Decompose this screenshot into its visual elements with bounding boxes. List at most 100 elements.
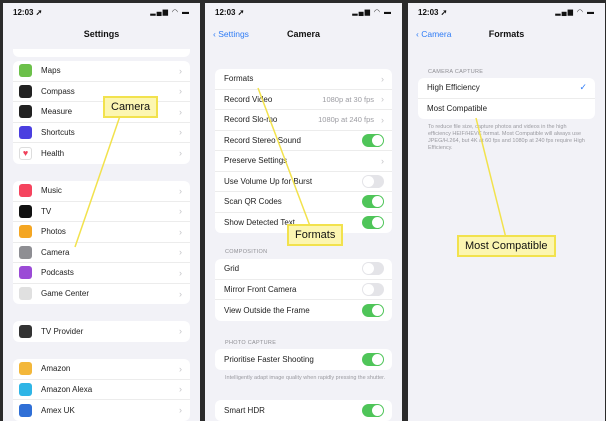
settings-item-compass[interactable]: Compass › bbox=[13, 82, 190, 102]
camera-callout: Camera bbox=[103, 96, 159, 118]
camera-group-main: Formats › Record Video 1080p at 30 fps › Reco… bbox=[215, 69, 392, 233]
camera-setting-scan-qr-codes[interactable]: Scan QR Codes bbox=[215, 192, 392, 213]
settings-item-label: Music bbox=[41, 186, 62, 196]
toggle-switch[interactable] bbox=[362, 352, 384, 366]
camera-setting-record-video[interactable]: Record Video 1080p at 30 fps › bbox=[215, 90, 392, 110]
composition-header: Composition bbox=[225, 249, 268, 255]
camera-setting-grid[interactable]: Grid bbox=[215, 259, 392, 280]
camera-setting-view-outside-the-frame[interactable]: View Outside the Frame bbox=[215, 300, 392, 321]
settings-item-label: Game Center bbox=[41, 289, 90, 299]
compass-icon bbox=[19, 84, 32, 98]
camera-setting-prioritise-faster-shooting[interactable]: Prioritise Faster Shooting bbox=[215, 349, 392, 370]
settings-item-maps[interactable]: Maps › bbox=[13, 61, 190, 82]
chevron-right-icon: › bbox=[179, 226, 182, 237]
settings-item-music[interactable]: Music › bbox=[13, 181, 190, 202]
settings-item-camera[interactable]: Camera › bbox=[13, 243, 190, 263]
chevron-right-icon: › bbox=[381, 73, 384, 84]
maps-icon bbox=[19, 64, 32, 78]
camera-setting-preserve-settings[interactable]: Preserve Settings › bbox=[215, 151, 392, 172]
chevron-right-icon: › bbox=[179, 247, 182, 258]
camera-setting-label: Formats bbox=[224, 74, 254, 84]
status-icons: ▂▄▆ ◠ ▬ bbox=[555, 9, 595, 16]
camera-setting-label: Record Video bbox=[224, 94, 273, 104]
settings-item-label: Podcasts bbox=[41, 268, 74, 278]
tv-provider-icon bbox=[19, 324, 32, 338]
camera-setting-value: 1080p at 240 fps bbox=[318, 115, 374, 125]
photo-capture-note: Intelligently adapt image quality when r… bbox=[225, 375, 386, 381]
settings-item-amazon[interactable]: Amazon › bbox=[13, 359, 190, 380]
camera-setting-mirror-front-camera[interactable]: Mirror Front Camera bbox=[215, 280, 392, 300]
settings-item-tv[interactable]: TV › bbox=[13, 202, 190, 222]
settings-group-provider: TV Provider › bbox=[13, 321, 190, 342]
settings-item-amex-uk[interactable]: Amex UK › bbox=[13, 400, 190, 421]
tv-icon bbox=[19, 204, 32, 218]
format-option-label: High Efficiency bbox=[427, 83, 480, 93]
chevron-right-icon: › bbox=[179, 127, 182, 138]
camera-setting-label: Use Volume Up for Burst bbox=[224, 176, 313, 186]
chevron-right-icon: › bbox=[179, 267, 182, 278]
amazon-icon bbox=[19, 362, 32, 376]
camera-setting-record-stereo-sound[interactable]: Record Stereo Sound bbox=[215, 131, 392, 151]
settings-item-game-center[interactable]: Game Center › bbox=[13, 284, 190, 305]
toggle-switch[interactable] bbox=[362, 403, 384, 417]
photo-capture-header: Photo Capture bbox=[225, 340, 277, 346]
amazon-alexa-icon bbox=[19, 382, 32, 396]
camera-setting-use-volume-up-for-burst[interactable]: Use Volume Up for Burst bbox=[215, 172, 392, 192]
chevron-right-icon: › bbox=[179, 65, 182, 76]
toggle-switch[interactable] bbox=[362, 262, 384, 276]
toggle-switch[interactable] bbox=[362, 133, 384, 147]
settings-item-label: Measure bbox=[41, 107, 73, 117]
settings-item-amazon-alexa[interactable]: Amazon Alexa › bbox=[13, 380, 190, 400]
settings-item-shortcuts[interactable]: Shortcuts › bbox=[13, 123, 190, 143]
checkmark-icon: ✓ bbox=[579, 82, 587, 93]
status-bar: 12:03 ➚ ▂▄▆ ◠ ▬ bbox=[205, 3, 402, 23]
status-icons: ▂▄▆ ◠ ▬ bbox=[352, 9, 392, 16]
toggle-switch[interactable] bbox=[362, 303, 384, 317]
camera-setting-label: Preserve Settings bbox=[224, 156, 288, 166]
nav-bar: ‹ Settings Camera bbox=[205, 29, 402, 47]
nav-bar: Settings bbox=[3, 29, 200, 47]
settings-group-apps-2: Music › TV › Photos › Camera › Podcasts › Game Cen… bbox=[13, 181, 190, 304]
camera-setting-formats[interactable]: Formats › bbox=[215, 69, 392, 90]
settings-item-label: Camera bbox=[41, 247, 70, 257]
settings-item-measure[interactable]: Measure › bbox=[13, 102, 190, 123]
chevron-right-icon: › bbox=[179, 405, 182, 416]
settings-item-photos[interactable]: Photos › bbox=[13, 222, 190, 243]
status-bar: 12:03 ➚ ▂▄▆ ◠ ▬ bbox=[408, 3, 605, 23]
status-icons: ▂▄▆ ◠ ▬ bbox=[150, 9, 190, 16]
camera-setting-record-slo-mo[interactable]: Record Slo-mo 1080p at 240 fps › bbox=[215, 110, 392, 131]
camera-setting-label: Record Stereo Sound bbox=[224, 135, 301, 145]
camera-group-photo-capture: Prioritise Faster Shooting bbox=[215, 349, 392, 370]
page-title: Settings bbox=[83, 29, 120, 39]
formats-callout: Formats bbox=[287, 224, 344, 246]
amex-uk-icon bbox=[19, 403, 32, 417]
chevron-right-icon: › bbox=[179, 288, 182, 299]
format-option-high-efficiency[interactable]: High Efficiency ✓ bbox=[418, 78, 595, 99]
toggle-switch[interactable] bbox=[362, 282, 384, 296]
nav-bar: ‹ Camera Formats bbox=[408, 29, 605, 47]
settings-item-podcasts[interactable]: Podcasts › bbox=[13, 263, 190, 284]
shortcuts-icon bbox=[19, 125, 32, 139]
status-time: 12:03 ➚ bbox=[13, 8, 43, 17]
podcasts-icon bbox=[19, 266, 32, 280]
settings-item-label: Photos bbox=[41, 227, 66, 237]
formats-note: To reduce file size, capture photos and … bbox=[428, 124, 585, 151]
toggle-switch[interactable] bbox=[362, 216, 384, 230]
camera-capture-header: Camera Capture bbox=[428, 69, 484, 75]
settings-item-label: TV bbox=[41, 206, 52, 216]
partial-group-top bbox=[13, 49, 190, 57]
settings-item-label: Health bbox=[41, 148, 65, 158]
format-option-most-compatible[interactable]: Most Compatible bbox=[418, 99, 595, 120]
format-option-label: Most Compatible bbox=[427, 104, 488, 114]
chevron-right-icon: › bbox=[179, 363, 182, 374]
settings-item-label: Amazon Alexa bbox=[41, 384, 93, 394]
toggle-switch[interactable] bbox=[362, 195, 384, 209]
camera-setting-label: Prioritise Faster Shooting bbox=[224, 354, 314, 364]
camera-setting-smart-hdr[interactable]: Smart HDR bbox=[215, 400, 392, 421]
settings-item-health[interactable]: ♥ Health › bbox=[13, 143, 190, 164]
game-center-icon bbox=[19, 287, 32, 301]
chevron-right-icon: › bbox=[179, 384, 182, 395]
toggle-switch[interactable] bbox=[362, 174, 384, 188]
settings-item-tv-provider[interactable]: TV Provider › bbox=[13, 321, 190, 342]
chevron-right-icon: › bbox=[381, 155, 384, 166]
